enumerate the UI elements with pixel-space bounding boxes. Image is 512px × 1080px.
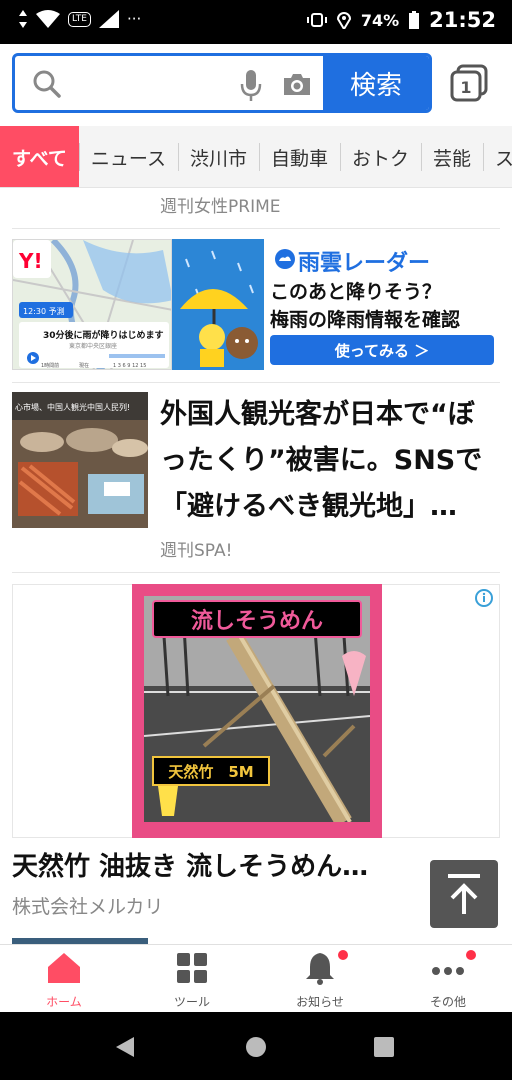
map-time: 12:30 予測 xyxy=(23,306,65,316)
nav-notifications[interactable]: お知らせ xyxy=(256,945,384,1012)
more-notification-dot xyxy=(466,950,476,960)
bottom-navigation: ホーム ツール お知らせ その他 xyxy=(0,944,512,1012)
system-navigation-bar xyxy=(0,1012,512,1080)
search-button[interactable]: 検索 xyxy=(323,56,429,110)
news-article[interactable]: 心市場、中国人観光中国人民列! 外国人観光客が日本で“ぼったくり”被害に。SNS… xyxy=(12,392,500,532)
search-bar-row: 検索 1 xyxy=(0,44,512,126)
ad-advertiser: 株式会社メルカリ xyxy=(12,896,164,918)
tab-news[interactable]: ニュース xyxy=(78,126,178,187)
map-caption: 30分後に雨が降りはじめます xyxy=(43,329,164,341)
weather-ad-text: 雨雲レーダー このあと降りそう？ 梅雨の降雨情報を確認 使ってみる ＞ xyxy=(268,239,500,370)
ad-photo: 流しそうめん 天然竹 5M xyxy=(144,596,370,822)
search-box[interactable]: 検索 xyxy=(12,53,432,113)
previous-article-source: 週刊女性PRIME xyxy=(160,197,281,217)
map-label-now: 1時間前 xyxy=(41,362,59,369)
location-icon xyxy=(336,12,351,29)
arrow-up-icon xyxy=(448,874,480,914)
notification-dot xyxy=(338,950,348,960)
nav-home[interactable]: ホーム xyxy=(0,945,128,1012)
battery-icon xyxy=(409,11,420,29)
weather-radar-ad[interactable]: Y! 12:30 予測 30分後に雨が降りはじめます 東京都中央区銀座 1時間前… xyxy=(12,239,500,370)
bell-icon xyxy=(306,953,334,985)
map-label-current: 現在 xyxy=(79,362,89,369)
map-scale: 1 3 6 9 12 15 xyxy=(113,363,146,369)
clock: 21:52 xyxy=(429,8,496,32)
ad-title[interactable]: 天然竹 油抜き 流しそうめん… xyxy=(12,846,368,883)
nav-notifications-label: お知らせ xyxy=(296,995,344,1009)
divider xyxy=(12,382,500,383)
divider xyxy=(12,228,500,229)
radar-logo-icon xyxy=(275,249,295,269)
nav-tools-label: ツール xyxy=(173,995,210,1009)
yahoo-logo-icon: Y! xyxy=(18,249,43,273)
wifi-icon xyxy=(36,10,60,28)
ad-brand: 雨雲レーダー xyxy=(298,251,431,276)
data-arrows-icon xyxy=(19,10,27,28)
tab-sports[interactable]: ス xyxy=(483,126,512,187)
map-location: 東京都中央区銀座 xyxy=(69,342,117,350)
camera-icon[interactable] xyxy=(281,68,313,100)
tab-all[interactable]: すべて xyxy=(0,126,79,187)
radar-map-graphic: Y! 12:30 予測 30分後に雨が降りはじめます 東京都中央区銀座 1時間前… xyxy=(13,240,171,369)
nav-tools[interactable]: ツール xyxy=(128,945,256,1012)
tab-entertainment[interactable]: 芸能 xyxy=(421,126,483,187)
divider xyxy=(12,572,500,573)
grid-icon xyxy=(177,953,207,983)
more-notifications: ··· xyxy=(126,10,142,28)
search-input[interactable] xyxy=(69,64,229,102)
article-source: 週刊SPA! xyxy=(160,541,233,561)
sponsored-ad-card[interactable]: 流しそうめん 天然竹 5M xyxy=(12,584,500,838)
back-icon[interactable] xyxy=(114,1036,136,1058)
more-dots-icon xyxy=(432,967,464,975)
ad-headline: このあと降りそう？ xyxy=(270,281,442,303)
home-circle-icon[interactable] xyxy=(245,1036,267,1058)
tab-shibukawa[interactable]: 渋川市 xyxy=(177,126,259,187)
article-thumbnail: 心市場、中国人観光中国人民列! xyxy=(12,392,148,528)
battery-percent: 74% xyxy=(360,10,400,30)
home-icon xyxy=(48,953,80,983)
tab-deals[interactable]: おトク xyxy=(340,126,421,187)
signal-icon xyxy=(98,10,119,28)
ad-tag-text: 天然竹 5M xyxy=(152,756,270,786)
try-it-button[interactable]: 使ってみる ＞ xyxy=(270,335,494,365)
status-bar: LTE ··· 74% 21:52 xyxy=(0,0,512,44)
nav-more-label: その他 xyxy=(429,995,466,1009)
recents-icon[interactable] xyxy=(373,1036,395,1058)
category-tabs: すべて ニュース 渋川市 自動車 おトク 芸能 ス xyxy=(0,126,512,188)
radar-map-preview: Y! 12:30 予測 30分後に雨が降りはじめます 東京都中央区銀座 1時間前… xyxy=(12,239,172,370)
lte-badge: LTE xyxy=(68,11,91,27)
thumbnail-caption: 心市場、中国人観光中国人民列! xyxy=(15,402,130,412)
nav-home-label: ホーム xyxy=(46,995,82,1009)
ad-image[interactable]: 流しそうめん 天然竹 5M xyxy=(132,584,382,838)
umbrella-illustration xyxy=(172,239,264,370)
ad-subheadline: 梅雨の降雨情報を確認 xyxy=(270,309,461,331)
search-icon xyxy=(33,70,61,98)
ad-banner-text: 流しそうめん xyxy=(152,600,362,638)
info-icon[interactable] xyxy=(475,589,493,607)
tab-cars[interactable]: 自動車 xyxy=(259,126,340,187)
article-title[interactable]: 外国人観光客が日本で“ぼったくり”被害に。SNSで「避けるべき観光地」… xyxy=(160,392,500,530)
nav-more[interactable]: その他 xyxy=(384,945,512,1012)
scroll-to-top-button[interactable] xyxy=(430,860,498,928)
vibrate-icon xyxy=(306,13,327,27)
tabs-count-icon[interactable]: 1 xyxy=(450,64,488,102)
tab-count: 1 xyxy=(460,78,471,97)
microphone-icon[interactable] xyxy=(237,68,265,102)
